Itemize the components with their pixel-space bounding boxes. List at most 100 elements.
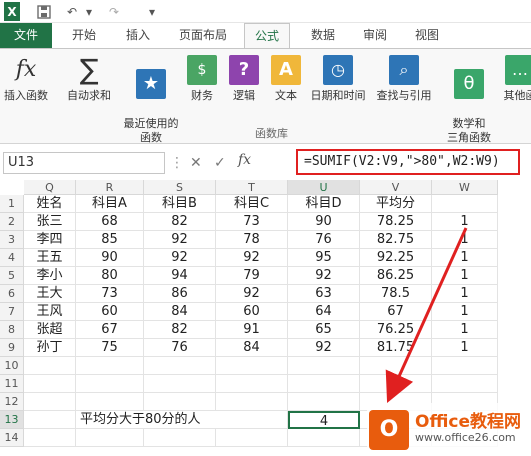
- row-header[interactable]: 13: [0, 411, 24, 429]
- table-cell[interactable]: 姓名: [24, 195, 76, 213]
- table-cell[interactable]: [144, 375, 216, 393]
- table-cell[interactable]: 90: [76, 249, 144, 267]
- table-cell[interactable]: [24, 357, 76, 375]
- tab-view[interactable]: 视图: [406, 23, 448, 48]
- table-cell[interactable]: [216, 411, 288, 429]
- table-cell[interactable]: 81.75: [360, 339, 432, 357]
- row-header[interactable]: 8: [0, 321, 24, 339]
- tab-formulas[interactable]: 公式: [244, 23, 290, 49]
- table-cell[interactable]: 63: [288, 285, 360, 303]
- tab-insert[interactable]: 插入: [116, 23, 160, 48]
- result-cell-u13[interactable]: 4: [288, 411, 360, 429]
- table-cell[interactable]: [76, 375, 144, 393]
- table-cell[interactable]: 78.5: [360, 285, 432, 303]
- table-cell[interactable]: 67: [76, 321, 144, 339]
- financial-button[interactable]: $ 财务: [184, 53, 220, 103]
- row-header[interactable]: 4: [0, 249, 24, 267]
- table-cell[interactable]: [432, 375, 498, 393]
- table-cell[interactable]: 王风: [24, 303, 76, 321]
- table-cell[interactable]: 张三: [24, 213, 76, 231]
- table-cell[interactable]: [24, 429, 76, 447]
- row-header[interactable]: 2: [0, 213, 24, 231]
- column-header[interactable]: V: [360, 180, 432, 195]
- table-cell[interactable]: [432, 357, 498, 375]
- row-header[interactable]: 3: [0, 231, 24, 249]
- table-cell[interactable]: 92: [288, 267, 360, 285]
- redo-icon[interactable]: ↷: [106, 2, 122, 21]
- autosum-button[interactable]: ∑ 自动求和: [60, 53, 118, 103]
- table-cell[interactable]: 1: [432, 321, 498, 339]
- table-cell[interactable]: 1: [432, 231, 498, 249]
- table-cell[interactable]: 82: [144, 321, 216, 339]
- table-cell[interactable]: [360, 375, 432, 393]
- column-header[interactable]: T: [216, 180, 288, 195]
- table-cell[interactable]: 68: [76, 213, 144, 231]
- save-icon[interactable]: [36, 2, 52, 21]
- table-cell[interactable]: [24, 393, 76, 411]
- tab-file[interactable]: 文件: [0, 23, 52, 48]
- chevron-down-icon[interactable]: ▾: [84, 2, 94, 21]
- table-cell[interactable]: 孙丁: [24, 339, 76, 357]
- table-cell[interactable]: 86: [144, 285, 216, 303]
- table-cell[interactable]: 1: [432, 303, 498, 321]
- table-cell[interactable]: 1: [432, 213, 498, 231]
- table-cell[interactable]: 82: [144, 213, 216, 231]
- table-cell[interactable]: [76, 357, 144, 375]
- label-cell[interactable]: 平均分大于80分的人: [76, 411, 226, 429]
- table-cell[interactable]: 科目A: [76, 195, 144, 213]
- tab-home[interactable]: 开始: [62, 23, 106, 48]
- table-cell[interactable]: [360, 357, 432, 375]
- table-cell[interactable]: 60: [76, 303, 144, 321]
- table-cell[interactable]: 85: [76, 231, 144, 249]
- table-cell[interactable]: [76, 393, 144, 411]
- table-cell[interactable]: 76: [144, 339, 216, 357]
- column-header[interactable]: S: [144, 180, 216, 195]
- row-header[interactable]: 6: [0, 285, 24, 303]
- table-cell[interactable]: 92: [288, 339, 360, 357]
- table-cell[interactable]: 73: [76, 285, 144, 303]
- table-cell[interactable]: 王五: [24, 249, 76, 267]
- table-cell[interactable]: 90: [288, 213, 360, 231]
- cancel-icon[interactable]: ✕: [190, 152, 202, 174]
- text-button[interactable]: A 文本: [268, 53, 304, 103]
- insert-function-button[interactable]: fx 插入函数: [0, 53, 52, 103]
- table-cell[interactable]: [76, 429, 144, 447]
- table-cell[interactable]: [216, 375, 288, 393]
- table-cell[interactable]: 94: [144, 267, 216, 285]
- table-cell[interactable]: 78.25: [360, 213, 432, 231]
- table-cell[interactable]: [288, 393, 360, 411]
- table-cell[interactable]: 科目D: [288, 195, 360, 213]
- column-header[interactable]: Q: [24, 180, 76, 195]
- table-cell[interactable]: [144, 393, 216, 411]
- table-cell[interactable]: 92: [144, 231, 216, 249]
- table-cell[interactable]: 平均分: [360, 195, 432, 213]
- logical-button[interactable]: ? 逻辑: [226, 53, 262, 103]
- column-header[interactable]: W: [432, 180, 498, 195]
- table-cell[interactable]: 95: [288, 249, 360, 267]
- table-cell[interactable]: 1: [432, 285, 498, 303]
- table-cell[interactable]: 73: [216, 213, 288, 231]
- more-functions-button[interactable]: … 其他函: [500, 53, 531, 103]
- tab-review[interactable]: 审阅: [354, 23, 396, 48]
- table-cell[interactable]: 1: [432, 249, 498, 267]
- table-cell[interactable]: 1: [432, 339, 498, 357]
- table-cell[interactable]: 84: [144, 303, 216, 321]
- row-header[interactable]: 7: [0, 303, 24, 321]
- insert-function-icon[interactable]: fx: [238, 152, 251, 168]
- row-header[interactable]: 12: [0, 393, 24, 411]
- table-cell[interactable]: [24, 411, 76, 429]
- table-cell[interactable]: 76.25: [360, 321, 432, 339]
- table-cell[interactable]: 86.25: [360, 267, 432, 285]
- table-cell[interactable]: 92: [144, 249, 216, 267]
- table-cell[interactable]: [24, 375, 76, 393]
- tab-data[interactable]: 数据: [302, 23, 344, 48]
- table-cell[interactable]: [144, 429, 216, 447]
- table-cell[interactable]: 王大: [24, 285, 76, 303]
- column-header[interactable]: R: [76, 180, 144, 195]
- table-cell[interactable]: 64: [288, 303, 360, 321]
- table-cell[interactable]: 1: [432, 267, 498, 285]
- table-cell[interactable]: [216, 393, 288, 411]
- recently-used-button[interactable]: ★ 最近使用的 函数: [120, 53, 182, 145]
- formula-input[interactable]: =SUMIF(V2:V9,">80",W2:W9): [296, 149, 520, 175]
- table-cell[interactable]: 80: [76, 267, 144, 285]
